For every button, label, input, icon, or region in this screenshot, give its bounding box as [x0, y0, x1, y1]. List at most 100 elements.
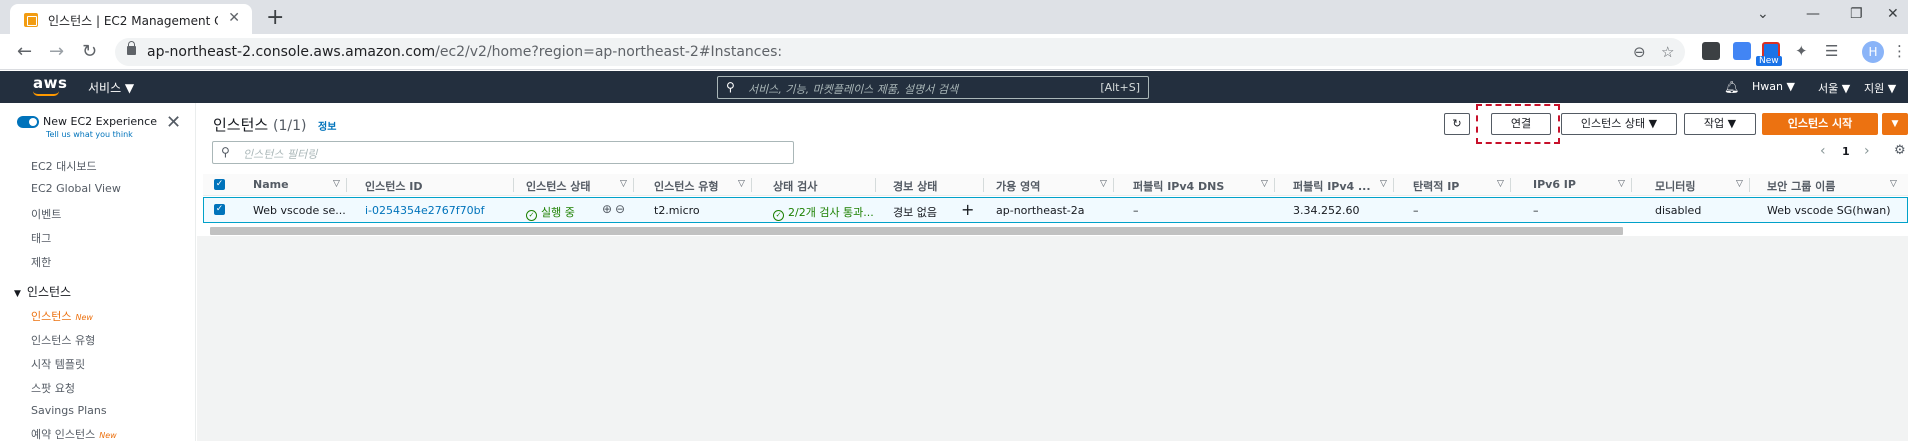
- cell-instance-id[interactable]: i-0254354e2767f70bf: [365, 204, 485, 217]
- refresh-button[interactable]: ↻: [1444, 113, 1470, 135]
- aws-search-input[interactable]: ⚲ 서비스, 기능, 마켓플레이스 제품, 설명서 검색 [Alt+S]: [717, 76, 1149, 99]
- launch-dropdown-caret-icon[interactable]: ▼: [1882, 113, 1908, 135]
- info-link[interactable]: 정보: [318, 118, 336, 133]
- sort-icon[interactable]: ▽: [620, 179, 627, 189]
- sidebar-item-tags[interactable]: 태그: [31, 230, 51, 246]
- sidebar-item-events[interactable]: 이벤트: [31, 206, 61, 222]
- sidebar-item-spot-requests[interactable]: 스팟 요청: [31, 380, 75, 396]
- table-row[interactable]: ✓ Web vscode se... i-0254354e2767f70bf ✓…: [203, 197, 1908, 223]
- table-header: ✓ Name ▽ 인스턴스 ID 인스턴스 상태 ▽ 인스턴스 유형 ▽ 상태 …: [203, 174, 1908, 196]
- col-status-check[interactable]: 상태 검사: [773, 178, 817, 194]
- sort-icon[interactable]: ▽: [1890, 179, 1897, 189]
- sort-icon[interactable]: ▽: [1100, 179, 1107, 189]
- col-monitoring[interactable]: 모니터링: [1655, 178, 1695, 194]
- sidebar-item-limits[interactable]: 제한: [31, 254, 51, 270]
- forward-arrow-icon[interactable]: →: [49, 41, 64, 62]
- add-alarm-plus-icon[interactable]: +: [961, 200, 974, 219]
- sort-icon[interactable]: ▽: [1380, 179, 1387, 189]
- col-ipv6[interactable]: IPv6 IP: [1533, 178, 1576, 191]
- cell-availability-zone: ap-northeast-2a: [996, 204, 1085, 217]
- col-alarm-status[interactable]: 경보 상태: [893, 178, 937, 194]
- restore-icon[interactable]: ❐: [1850, 6, 1863, 22]
- extension-calendar-icon[interactable]: [1733, 42, 1751, 60]
- page-number[interactable]: 1: [1842, 145, 1850, 158]
- sidebar-item-reserved-instances[interactable]: 예약 인스턴스 New: [31, 426, 117, 442]
- browser-tab-active[interactable]: 인스턴스 | EC2 Management Co ✕: [10, 4, 252, 34]
- cell-monitoring: disabled: [1655, 204, 1702, 217]
- feedback-link[interactable]: Tell us what you think: [46, 130, 133, 139]
- sort-icon[interactable]: ▽: [1497, 179, 1504, 189]
- horizontal-scrollbar[interactable]: [210, 227, 1623, 235]
- cell-public-dns: –: [1133, 204, 1139, 217]
- region-menu[interactable]: 서울 ▼: [1818, 80, 1850, 96]
- prev-page-icon[interactable]: ‹: [1820, 143, 1826, 159]
- reading-list-icon[interactable]: ☰: [1825, 42, 1838, 60]
- sidebar-item-launch-templates[interactable]: 시작 템플릿: [31, 356, 85, 372]
- lock-icon: [127, 41, 136, 55]
- sidebar-item-instance-types[interactable]: 인스턴스 유형: [31, 332, 95, 348]
- new-badge: New: [1756, 56, 1782, 66]
- col-instance-state[interactable]: 인스턴스 상태: [526, 178, 591, 194]
- tab-close-icon[interactable]: ✕: [228, 10, 240, 26]
- notifications-bell-icon[interactable]: 🔔︎: [1724, 80, 1739, 94]
- zoom-icon[interactable]: ⊖: [1633, 43, 1646, 61]
- cell-security-group[interactable]: Web vscode SG(hwan): [1767, 204, 1891, 217]
- services-menu[interactable]: 서비스 ▼: [88, 79, 134, 96]
- window-close-icon[interactable]: ✕: [1887, 6, 1899, 22]
- profile-avatar[interactable]: H: [1862, 41, 1884, 63]
- search-placeholder: 서비스, 기능, 마켓플레이스 제품, 설명서 검색: [748, 83, 959, 96]
- sidebar-item-global-view[interactable]: EC2 Global View: [31, 182, 121, 195]
- cell-public-ip[interactable]: 3.34.252.60: [1293, 204, 1359, 217]
- filter-placeholder: 인스턴스 필터링: [243, 148, 318, 161]
- back-arrow-icon[interactable]: ←: [17, 41, 32, 62]
- col-name[interactable]: Name: [253, 178, 289, 191]
- col-instance-id[interactable]: 인스턴스 ID: [365, 178, 423, 194]
- select-all-checkbox[interactable]: ✓: [214, 179, 225, 190]
- launch-instance-button[interactable]: 인스턴스 시작: [1762, 113, 1878, 135]
- next-page-icon[interactable]: ›: [1864, 143, 1870, 159]
- settings-gear-icon[interactable]: ⚙: [1894, 143, 1906, 158]
- extensions-puzzle-icon[interactable]: ✦: [1795, 42, 1808, 60]
- aws-logo[interactable]: aws: [33, 74, 67, 96]
- sidebar-item-instances[interactable]: 인스턴스 New: [31, 308, 93, 324]
- connect-highlight-box: [1476, 104, 1560, 144]
- sidebar-close-icon[interactable]: ✕: [166, 112, 181, 133]
- account-menu[interactable]: Hwan ▼: [1752, 80, 1795, 93]
- sidebar-section-instances[interactable]: ▼ 인스턴스: [14, 283, 71, 300]
- zoom-in-icon[interactable]: ⊕: [602, 202, 612, 216]
- sort-icon[interactable]: ▽: [333, 179, 340, 189]
- tab-search-chevron-icon[interactable]: ⌄: [1757, 6, 1769, 22]
- instance-state-button[interactable]: 인스턴스 상태 ▼: [1561, 113, 1677, 135]
- col-instance-type[interactable]: 인스턴스 유형: [654, 178, 719, 194]
- browser-tabstrip: 인스턴스 | EC2 Management Co ✕ + ⌄ — ❐ ✕: [0, 0, 1908, 34]
- extension-glasses-icon[interactable]: [1702, 42, 1720, 60]
- col-public-dns[interactable]: 퍼블릭 IPv4 DNS: [1133, 178, 1224, 194]
- sidebar-item-savings-plans[interactable]: Savings Plans: [31, 404, 107, 417]
- support-menu[interactable]: 지원 ▼: [1864, 80, 1896, 96]
- instance-filter-input[interactable]: ⚲ 인스턴스 필터링: [212, 141, 794, 164]
- sort-icon[interactable]: ▽: [738, 179, 745, 189]
- cell-elastic-ip: –: [1413, 204, 1419, 217]
- col-security-group[interactable]: 보안 그룹 이름: [1767, 178, 1835, 194]
- actions-button[interactable]: 작업 ▼: [1684, 113, 1756, 135]
- check-circle-icon: ✓: [526, 210, 537, 221]
- new-tab-button[interactable]: +: [266, 5, 284, 30]
- bookmark-star-icon[interactable]: ☆: [1661, 43, 1674, 61]
- address-bar[interactable]: ap-northeast-2.console.aws.amazon.com/ec…: [115, 38, 1685, 66]
- sort-icon[interactable]: ▽: [1618, 179, 1625, 189]
- sort-icon[interactable]: ▽: [1736, 179, 1743, 189]
- browser-menu-icon[interactable]: ⋮: [1892, 42, 1907, 60]
- new-experience-toggle[interactable]: [17, 116, 39, 128]
- cell-instance-state: ✓ 실행 중: [526, 204, 575, 221]
- cell-status-check: ✓ 2/2개 검사 통과...: [773, 204, 874, 221]
- sort-icon[interactable]: ▽: [1261, 179, 1268, 189]
- col-availability-zone[interactable]: 가용 영역: [996, 178, 1040, 194]
- col-public-ip[interactable]: 퍼블릭 IPv4 ...: [1293, 178, 1371, 194]
- row-checkbox[interactable]: ✓: [214, 204, 225, 215]
- reload-icon[interactable]: ↻: [82, 41, 97, 62]
- zoom-out-icon[interactable]: ⊖: [615, 202, 625, 216]
- sidebar-item-dashboard[interactable]: EC2 대시보드: [31, 158, 97, 174]
- col-elastic-ip[interactable]: 탄력적 IP: [1413, 178, 1459, 194]
- refresh-icon: ↻: [1452, 117, 1462, 130]
- minimize-icon[interactable]: —: [1806, 6, 1820, 22]
